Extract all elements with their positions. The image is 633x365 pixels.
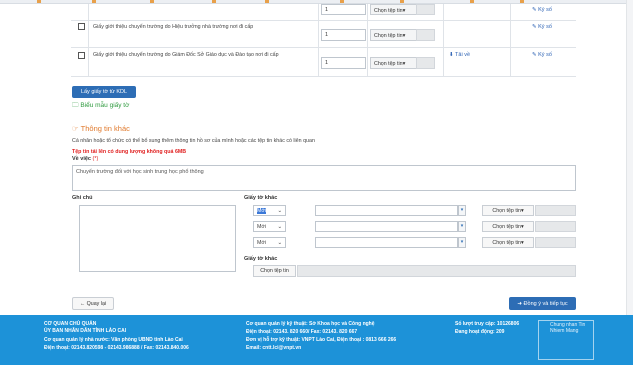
scrollbar[interactable] xyxy=(626,0,633,315)
toolbar-marker xyxy=(400,0,404,3)
footer-managing-agency: Cơ quan quản lý nhà nước: Văn phòng UBND… xyxy=(44,337,183,343)
footer-tech-phone: Điện thoại: 02143. 820 660/ Fax: 02143. … xyxy=(246,329,358,335)
other-docs-label: Giấy tờ khác xyxy=(244,195,278,201)
chevron-down-icon: ⌄ xyxy=(277,224,282,230)
table-divider xyxy=(71,20,576,21)
table-divider xyxy=(88,4,89,76)
choose-file-button[interactable]: Chọn tệp tin▾ xyxy=(370,4,418,15)
choose-file-button[interactable]: Chọn tệp tin▾ xyxy=(370,57,418,69)
dropdown-toggle-icon[interactable]: ▾ xyxy=(458,205,466,216)
toolbar-marker xyxy=(212,0,216,3)
section-description: Cá nhân hoặc tổ chức có thể bổ sung thêm… xyxy=(72,138,315,144)
table-divider xyxy=(71,47,576,48)
choose-file-button[interactable]: Chọn tệp tin▾ xyxy=(370,29,418,41)
status-select-value: Mới xyxy=(257,224,267,230)
chevron-down-icon: ⌄ xyxy=(277,240,282,246)
file-name-display xyxy=(535,221,576,232)
table-divider xyxy=(318,4,319,76)
toolbar-marker xyxy=(150,0,154,3)
footer-email[interactable]: Email: cntt.lci@vnpt.vn xyxy=(246,345,301,351)
toolbar-marker xyxy=(37,0,41,3)
notes-label: Ghi chú xyxy=(72,195,93,201)
notes-textarea[interactable] xyxy=(79,205,236,272)
dropdown-toggle-icon[interactable]: ▾ xyxy=(458,237,466,248)
toolbar-marker xyxy=(340,0,344,3)
toolbar-marker xyxy=(92,0,96,3)
section-title-text: Thông tin khác xyxy=(80,124,130,133)
file-name-display xyxy=(416,4,435,15)
footer-support-unit: Đơn vị hỗ trợ kỹ thuật: VNPT Lào Cai, Đi… xyxy=(246,337,397,343)
sign-link[interactable]: ✎ Ký số xyxy=(532,7,552,13)
agree-continue-button[interactable]: ➜ Đồng ý và tiếp tục xyxy=(509,297,576,310)
footer: CƠ QUAN CHỦ QUẢN ỦY BAN NHÂN DÂN TỈNH LÀ… xyxy=(0,315,633,365)
visit-counter: Số lượt truy cập: 10126806 xyxy=(455,321,520,327)
table-divider xyxy=(71,76,576,77)
online-counter: Đang hoạt động: 209 xyxy=(455,329,505,335)
toolbar-marker xyxy=(265,0,269,3)
footer-org-title: CƠ QUAN CHỦ QUẢN xyxy=(44,321,97,327)
document-name-input[interactable] xyxy=(315,221,458,232)
document-name-input[interactable] xyxy=(315,237,458,248)
subject-label: Về việc (*) xyxy=(72,156,98,162)
size-warning: Tệp tin tải lên có dung lượng không quá … xyxy=(72,149,187,155)
forms-link-label: Biểu mẫu giấy tờ xyxy=(80,102,130,109)
required-mark: (*) xyxy=(92,156,99,162)
document-name: Giấy giới thiệu chuyển trường do Hiệu tr… xyxy=(93,24,254,30)
footer-phone: Điện thoại: 02143.820598 - 02143.986888 … xyxy=(44,345,189,351)
section-title: ☞ Thông tin khác xyxy=(72,124,130,133)
row-checkbox[interactable] xyxy=(78,23,85,30)
status-select-value: Mới xyxy=(257,208,267,214)
footer-org-name: ỦY BAN NHÂN DÂN TỈNH LÀO CAI xyxy=(44,328,127,334)
document-name-input[interactable] xyxy=(315,205,458,216)
row-checkbox[interactable] xyxy=(78,52,85,59)
file-name-display xyxy=(416,29,435,41)
hand-pointer-icon: ☞ xyxy=(72,124,81,133)
quantity-input[interactable]: 1 xyxy=(321,57,366,69)
table-divider xyxy=(510,4,511,76)
footer-tech-agency: Cơ quan quản lý kỹ thuật: Sở Khoa học và… xyxy=(246,321,375,327)
file-name-display xyxy=(297,265,576,277)
subject-label-text: Về việc xyxy=(72,156,91,162)
choose-file-button[interactable]: Chọn tệp tin xyxy=(253,265,296,277)
quantity-input[interactable]: 1 xyxy=(321,29,366,41)
back-button[interactable]: ← Quay lại xyxy=(72,297,114,310)
subject-textarea[interactable]: Chuyển trường đối với học sinh trung học… xyxy=(72,165,576,191)
sign-link[interactable]: ✎ Ký số xyxy=(532,52,552,58)
file-name-display xyxy=(535,237,576,248)
dropdown-toggle-icon[interactable]: ▾ xyxy=(458,221,466,232)
toolbar-marker xyxy=(520,0,524,3)
status-select[interactable]: Mới ⌄ xyxy=(253,205,286,216)
status-select-value: Mới xyxy=(257,240,267,246)
download-link[interactable]: ⬇ Tải về xyxy=(449,52,470,58)
get-from-kdl-button[interactable]: Lấy giấy tờ từ KDL xyxy=(72,86,136,98)
forms-link[interactable]: 🗀 Biểu mẫu giấy tờ xyxy=(72,101,129,112)
choose-file-button[interactable]: Chọn tệp tin▾ xyxy=(482,221,534,232)
file-name-display xyxy=(416,57,435,69)
document-name: Giấy giới thiệu chuyển trường do Giám Đố… xyxy=(93,52,279,58)
choose-file-button[interactable]: Chọn tệp tin▾ xyxy=(482,205,534,216)
quantity-input[interactable]: 1 xyxy=(321,4,366,15)
table-divider xyxy=(367,4,368,76)
choose-file-button[interactable]: Chọn tệp tin▾ xyxy=(482,237,534,248)
status-select[interactable]: Mới ⌄ xyxy=(253,237,286,248)
top-toolbar-strip xyxy=(0,0,633,4)
sign-link[interactable]: ✎ Ký số xyxy=(532,24,552,30)
status-select[interactable]: Mới ⌄ xyxy=(253,221,286,232)
file-name-display xyxy=(535,205,576,216)
table-divider xyxy=(443,4,444,76)
other-docs-upload-label: Giấy tờ khác xyxy=(244,256,278,262)
toolbar-marker xyxy=(470,0,474,3)
chevron-down-icon: ⌄ xyxy=(277,208,282,214)
trust-badge-alt-text: Chung nhan Tin Nhiem Mang xyxy=(550,322,586,334)
